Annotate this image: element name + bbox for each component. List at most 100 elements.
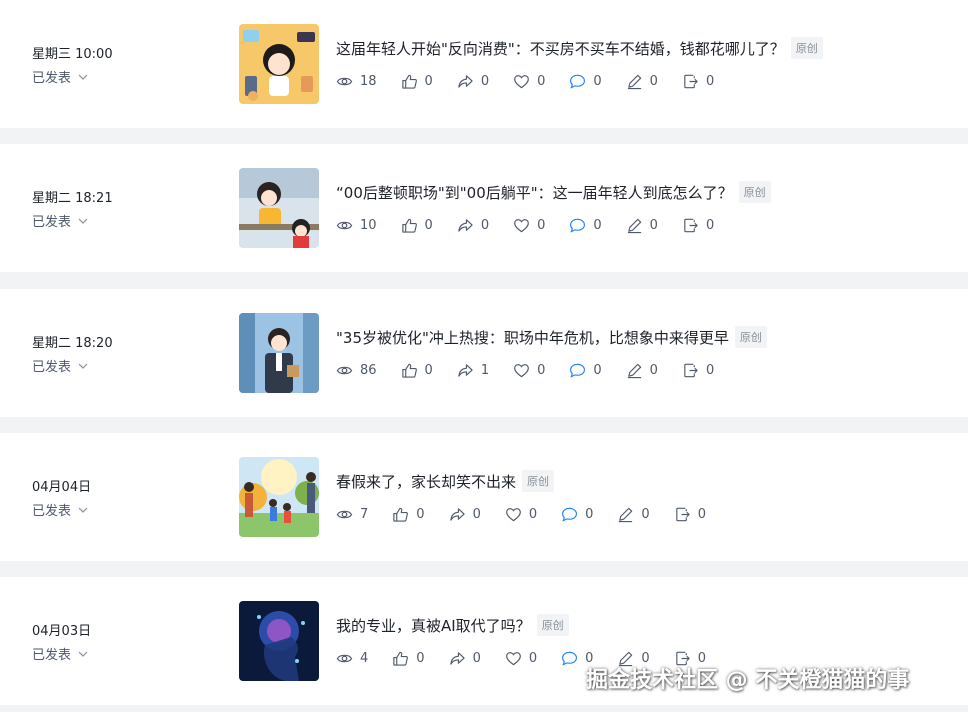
article-thumbnail[interactable] xyxy=(239,313,319,393)
views-count: 4 xyxy=(360,650,369,666)
chevron-down-icon xyxy=(78,507,88,513)
comment-icon xyxy=(570,363,586,378)
edits-count: 0 xyxy=(649,362,658,378)
heart-icon xyxy=(514,363,529,377)
comments-stat[interactable]: 0 xyxy=(569,362,602,379)
article-thumbnail[interactable] xyxy=(239,24,319,104)
pen-icon xyxy=(627,218,641,233)
original-badge: 原创 xyxy=(522,470,555,492)
status-label: 已发表 xyxy=(32,504,72,519)
article-card[interactable]: 星期二 18:20 已发表 "35岁被优化"冲上热搜：职场中年危机，比想象中来得… xyxy=(0,289,968,417)
shares-count: 0 xyxy=(480,217,490,233)
publish-date: 星期三 10:00 xyxy=(32,47,113,62)
shares-stat[interactable]: 1 xyxy=(457,362,489,379)
original-badge: 原创 xyxy=(738,181,771,203)
comment-icon xyxy=(570,218,586,233)
status-label: 已发表 xyxy=(32,648,72,663)
shares-stat[interactable]: 0 xyxy=(449,650,481,667)
article-card[interactable]: 星期二 18:21 已发表 “00后整顿职场"到"00后躺平"：这一届年轻人到底… xyxy=(0,144,968,272)
heart-icon xyxy=(514,218,529,232)
article-card[interactable]: 星期三 10:00 已发表 这届年轻人开始"反向消费"：不买房不买车不结婚，钱都… xyxy=(0,0,968,128)
shares-stat[interactable]: 0 xyxy=(449,506,481,523)
article-thumbnail[interactable] xyxy=(239,457,319,537)
status-dropdown[interactable]: 已发表 xyxy=(32,211,89,230)
thumbs-up-icon xyxy=(401,218,417,233)
status-dropdown[interactable]: 已发表 xyxy=(32,356,89,375)
comment-icon xyxy=(570,74,586,89)
status-dropdown[interactable]: 已发表 xyxy=(32,644,89,663)
edit-stat[interactable]: 0 xyxy=(626,217,658,234)
eye-icon xyxy=(336,77,353,85)
favorites-count: 0 xyxy=(537,362,546,378)
comments-stat[interactable]: 0 xyxy=(561,506,593,523)
export-icon xyxy=(675,507,690,521)
pen-icon xyxy=(619,507,633,522)
edit-stat[interactable]: 0 xyxy=(626,362,658,379)
likes-stat[interactable]: 0 xyxy=(401,362,433,379)
article-title[interactable]: "35岁被优化"冲上热搜：职场中年危机，比想象中来得更早 xyxy=(336,327,729,348)
export-stat[interactable]: 0 xyxy=(682,73,714,90)
likes-stat[interactable]: 0 xyxy=(401,73,433,90)
export-stat[interactable]: 0 xyxy=(674,506,706,523)
chevron-down-icon xyxy=(78,218,88,224)
shares-count: 1 xyxy=(480,362,490,378)
views-stat: 18 xyxy=(336,73,377,90)
favorites-count: 0 xyxy=(537,217,546,233)
comment-icon xyxy=(562,507,578,522)
edit-stat[interactable]: 0 xyxy=(617,506,650,523)
favorites-stat[interactable]: 0 xyxy=(505,506,537,523)
share-arrow-icon xyxy=(458,218,473,232)
article-title[interactable]: “00后整顿职场"到"00后躺平"：这一届年轻人到底怎么了？ xyxy=(336,182,733,203)
comment-icon xyxy=(562,651,578,666)
likes-count: 0 xyxy=(424,362,433,378)
article-title[interactable]: 我的专业，真被AI取代了吗？ xyxy=(336,615,531,636)
likes-stat[interactable]: 0 xyxy=(392,506,425,523)
comments-count: 0 xyxy=(585,506,594,522)
favorites-stat[interactable]: 0 xyxy=(513,73,545,90)
share-arrow-icon xyxy=(458,363,473,377)
favorites-stat[interactable]: 0 xyxy=(505,650,537,667)
likes-count: 0 xyxy=(424,73,433,89)
comments-stat[interactable]: 0 xyxy=(569,73,602,90)
title-row: 我的专业，真被AI取代了吗？ 原创 xyxy=(336,614,569,636)
comments-stat[interactable]: 0 xyxy=(569,217,602,234)
exports-count: 0 xyxy=(705,217,715,233)
title-row: “00后整顿职场"到"00后躺平"：这一届年轻人到底怎么了？ 原创 xyxy=(336,181,771,203)
shares-stat[interactable]: 0 xyxy=(457,217,489,234)
article-thumbnail[interactable] xyxy=(239,168,319,248)
eye-icon xyxy=(336,366,353,374)
views-count: 86 xyxy=(360,362,377,378)
status-dropdown[interactable]: 已发表 xyxy=(32,500,89,519)
favorites-stat[interactable]: 0 xyxy=(513,217,545,234)
article-card[interactable]: 04月04日 已发表 春假来了，家长却笑不出来 原创 7 0 0 0 0 0 0 xyxy=(0,433,968,561)
share-arrow-icon xyxy=(458,74,473,88)
favorites-stat[interactable]: 0 xyxy=(513,362,545,379)
status-label: 已发表 xyxy=(32,71,72,86)
watermark: 掘金技术社区 @ 不关橙猫猫的事 xyxy=(586,668,910,693)
likes-stat[interactable]: 0 xyxy=(401,217,433,234)
publish-date: 04月03日 xyxy=(32,624,92,639)
chevron-down-icon xyxy=(78,651,88,657)
status-dropdown[interactable]: 已发表 xyxy=(32,67,89,86)
favorites-count: 0 xyxy=(528,650,538,666)
article-thumbnail[interactable] xyxy=(239,601,319,681)
eye-icon xyxy=(336,510,353,518)
share-arrow-icon xyxy=(449,651,465,665)
views-stat: 86 xyxy=(336,362,377,379)
original-badge: 原创 xyxy=(536,614,569,636)
edit-stat[interactable]: 0 xyxy=(626,73,658,90)
export-stat[interactable]: 0 xyxy=(682,362,714,379)
stats-bar: 7 0 0 0 0 0 0 xyxy=(336,505,730,523)
heart-icon xyxy=(505,507,521,521)
article-title[interactable]: 这届年轻人开始"反向消费"：不买房不买车不结婚，钱都花哪儿了？ xyxy=(336,38,785,59)
likes-count: 0 xyxy=(424,217,433,233)
shares-stat[interactable]: 0 xyxy=(457,73,489,90)
edits-count: 0 xyxy=(649,217,658,233)
pen-icon xyxy=(627,363,641,378)
eye-icon xyxy=(336,221,353,229)
likes-stat[interactable]: 0 xyxy=(392,650,425,667)
shares-count: 0 xyxy=(472,650,481,666)
article-title[interactable]: 春假来了，家长却笑不出来 xyxy=(336,471,516,492)
export-stat[interactable]: 0 xyxy=(682,217,714,234)
chevron-down-icon xyxy=(78,363,88,369)
